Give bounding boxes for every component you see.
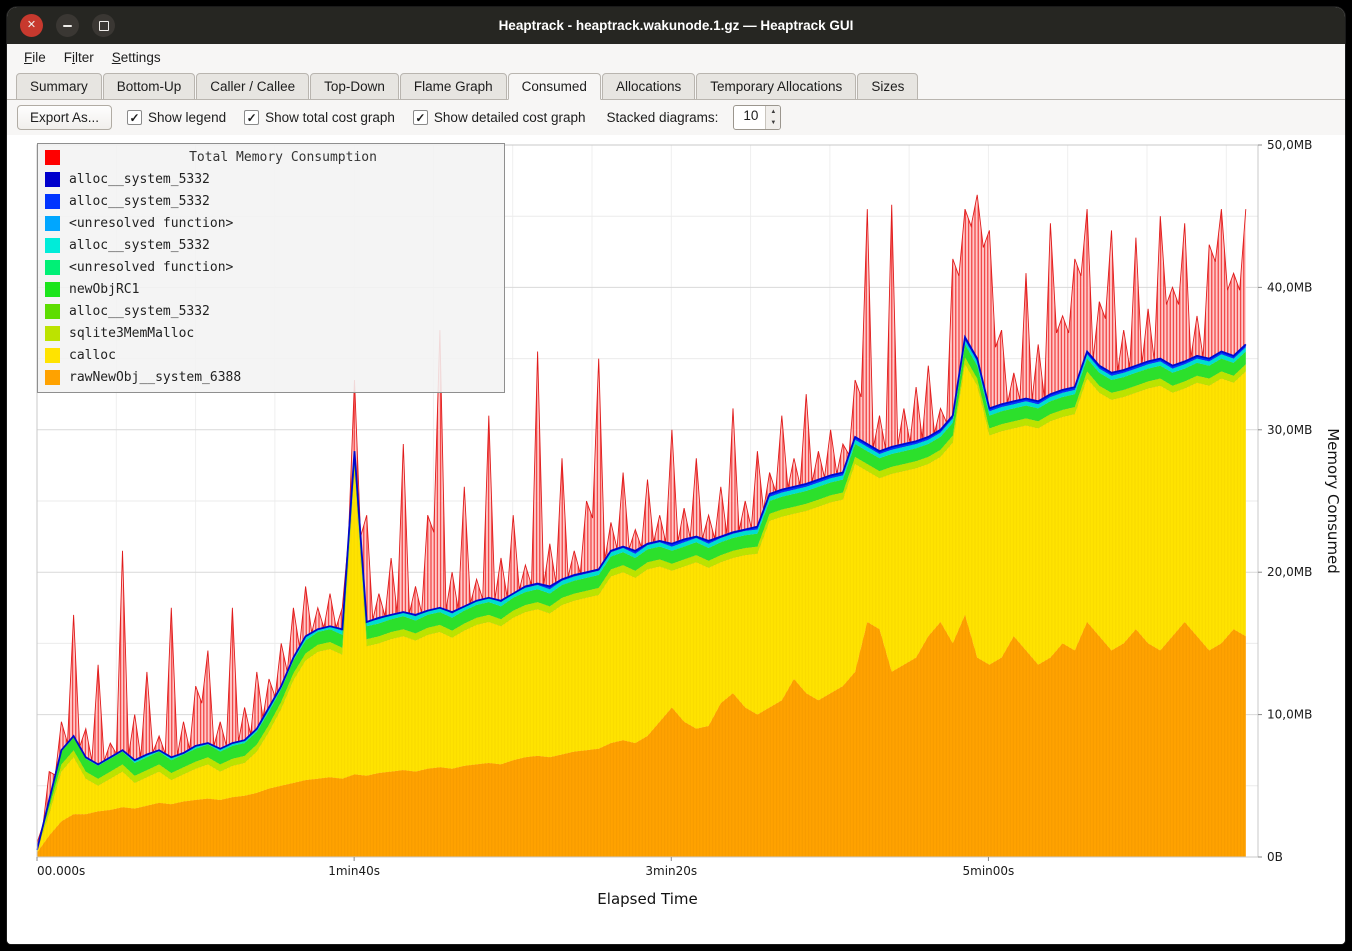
- legend-label: alloc__system_5332: [69, 194, 210, 209]
- checkbox-label: Show legend: [148, 110, 226, 125]
- legend-label: alloc__system_5332: [69, 172, 210, 187]
- checkbox-show-detailed-cost-graph[interactable]: ✓ Show detailed cost graph: [413, 110, 586, 125]
- tab-top-down[interactable]: Top-Down: [310, 73, 399, 100]
- menu-item-file[interactable]: File: [15, 47, 55, 68]
- x-tick-label: 00.000s: [37, 864, 85, 878]
- legend-label: sqlite3MemMalloc: [69, 326, 194, 341]
- legend-label: Total Memory Consumption: [69, 150, 497, 165]
- y-tick-label: 40,0MB: [1267, 280, 1312, 294]
- tab-sizes[interactable]: Sizes: [857, 73, 918, 100]
- legend-label: calloc: [69, 348, 116, 363]
- y-tick-label: 10,0MB: [1267, 708, 1312, 722]
- legend-swatch-icon: [45, 370, 60, 385]
- y-axis-title: Memory Consumed: [1324, 428, 1342, 574]
- maximize-button[interactable]: [92, 14, 115, 37]
- tab-summary[interactable]: Summary: [16, 73, 102, 100]
- menu-item-filter[interactable]: Filter: [55, 47, 103, 68]
- app-window: ✕ Heaptrack - heaptrack.wakunode.1.gz — …: [7, 7, 1345, 944]
- legend-item: calloc: [45, 344, 497, 366]
- legend-label: rawNewObj__system_6388: [69, 370, 241, 385]
- stacked-diagrams-label: Stacked diagrams:: [607, 110, 719, 125]
- toolbar: Export As... ✓ Show legend ✓ Show total cos…: [7, 100, 1345, 135]
- x-axis-title: Elapsed Time: [597, 890, 697, 908]
- legend-label: <unresolved function>: [69, 260, 233, 275]
- export-as-button[interactable]: Export As...: [17, 105, 112, 130]
- stacked-diagrams-value: 10: [734, 106, 765, 129]
- tab-bar: SummaryBottom-UpCaller / CalleeTop-DownF…: [7, 70, 1345, 100]
- legend-label: newObjRC1: [69, 282, 139, 297]
- legend-item: alloc__system_5332: [45, 234, 497, 256]
- checkbox-box-icon: ✓: [413, 110, 428, 125]
- legend-label: <unresolved function>: [69, 216, 233, 231]
- spin-up-button[interactable]: ▲: [766, 106, 780, 118]
- spin-buttons: ▲ ▼: [765, 106, 780, 129]
- close-icon: ✕: [27, 20, 36, 31]
- checkbox-show-legend[interactable]: ✓ Show legend: [127, 110, 226, 125]
- legend-swatch-icon: [45, 304, 60, 319]
- tab-allocations[interactable]: Allocations: [602, 73, 695, 100]
- checkbox-label: Show detailed cost graph: [434, 110, 586, 125]
- close-button[interactable]: ✕: [20, 14, 43, 37]
- checkbox-show-total-cost-graph[interactable]: ✓ Show total cost graph: [244, 110, 395, 125]
- window-controls: ✕: [20, 14, 115, 37]
- legend-swatch-icon: [45, 172, 60, 187]
- checkbox-label: Show total cost graph: [265, 110, 395, 125]
- minimize-button[interactable]: [56, 14, 79, 37]
- tab-bottom-up[interactable]: Bottom-Up: [103, 73, 196, 100]
- tab-temporary-allocations[interactable]: Temporary Allocations: [696, 73, 856, 100]
- minimize-icon: [63, 25, 72, 27]
- y-tick-label: 50,0MB: [1267, 138, 1312, 152]
- checkbox-box-icon: ✓: [244, 110, 259, 125]
- legend-item: alloc__system_5332: [45, 190, 497, 212]
- y-tick-label: 30,0MB: [1267, 423, 1312, 437]
- x-tick-label: 5min00s: [963, 864, 1015, 878]
- legend-item: <unresolved function>: [45, 212, 497, 234]
- legend-swatch-icon: [45, 150, 60, 165]
- legend-item: newObjRC1: [45, 278, 497, 300]
- chart-area: 0B 10,0MB 20,0MB 30,0MB 40,0MB 50,0MB 00.000s 1…: [7, 135, 1345, 944]
- maximize-icon: [99, 21, 109, 31]
- y-tick-label: 0B: [1267, 850, 1283, 864]
- legend-label: alloc__system_5332: [69, 304, 210, 319]
- checkbox-group: ✓ Show legend ✓ Show total cost graph ✓ Show …: [127, 110, 586, 125]
- chart-legend: Total Memory Consumption alloc__system_53…: [37, 143, 505, 393]
- legend-swatch-icon: [45, 238, 60, 253]
- legend-swatch-icon: [45, 282, 60, 297]
- legend-item: alloc__system_5332: [45, 300, 497, 322]
- titlebar: ✕ Heaptrack - heaptrack.wakunode.1.gz — …: [7, 7, 1345, 44]
- legend-swatch-icon: [45, 348, 60, 363]
- legend-swatch-icon: [45, 326, 60, 341]
- checkbox-box-icon: ✓: [127, 110, 142, 125]
- x-tick-label: 3min20s: [645, 864, 697, 878]
- legend-item: rawNewObj__system_6388: [45, 366, 497, 388]
- tab-caller-callee[interactable]: Caller / Callee: [196, 73, 309, 100]
- legend-swatch-icon: [45, 194, 60, 209]
- tab-consumed[interactable]: Consumed: [508, 73, 601, 100]
- window-title: Heaptrack - heaptrack.wakunode.1.gz — He…: [499, 18, 854, 33]
- x-tick-label: 1min40s: [328, 864, 380, 878]
- legend-label: alloc__system_5332: [69, 238, 210, 253]
- stacked-diagrams-spinbox[interactable]: 10 ▲ ▼: [733, 105, 781, 130]
- menubar: FileFilterSettings: [7, 44, 1345, 70]
- legend-item: sqlite3MemMalloc: [45, 322, 497, 344]
- spin-down-button[interactable]: ▼: [766, 118, 780, 130]
- legend-title-row: Total Memory Consumption: [45, 146, 497, 168]
- legend-item: alloc__system_5332: [45, 168, 497, 190]
- legend-swatch-icon: [45, 260, 60, 275]
- legend-swatch-icon: [45, 216, 60, 231]
- tab-flame-graph[interactable]: Flame Graph: [400, 73, 507, 100]
- menu-item-settings[interactable]: Settings: [103, 47, 170, 68]
- legend-item: <unresolved function>: [45, 256, 497, 278]
- y-tick-label: 20,0MB: [1267, 565, 1312, 579]
